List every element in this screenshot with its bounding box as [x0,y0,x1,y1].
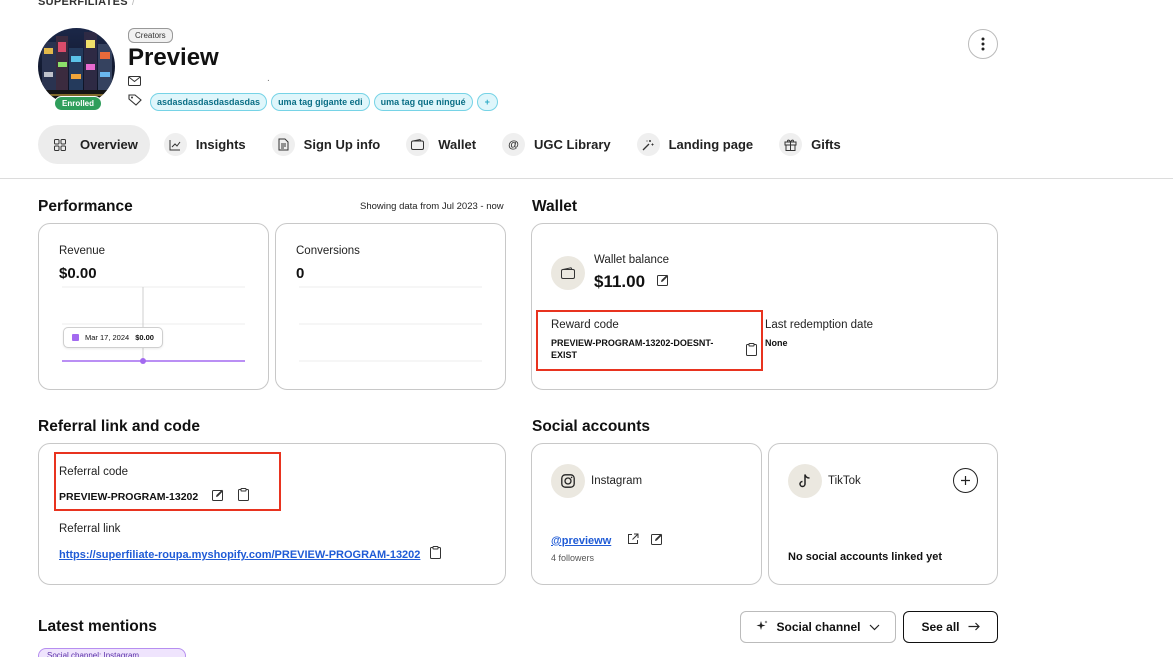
conversions-label: Conversions [296,245,360,257]
wand-icon [636,133,660,156]
tab-label: Wallet [438,137,477,152]
instagram-followers: 4 followers [551,553,595,563]
at-icon: @ [502,133,526,156]
more-vertical-icon [981,37,985,51]
wallet-balance-row: $11.00 [594,272,669,292]
wallet-icon [406,133,430,156]
referral-link[interactable]: https://superfiliate-roupa.myshopify.com… [59,549,420,561]
tag-icon [128,93,142,111]
tab-wallet[interactable]: Wallet [396,125,488,164]
tab-label: Gifts [811,137,841,152]
external-link-icon[interactable] [627,532,639,550]
revenue-chart [62,286,245,364]
tab-overview[interactable]: Overview [38,125,150,164]
tag-chip[interactable]: uma tag que ningué [373,93,473,111]
wallet-balance-icon [551,256,585,290]
revenue-label: Revenue [59,245,106,257]
edit-instagram-icon[interactable] [651,532,663,550]
tab-label: Insights [195,137,246,152]
plus-icon [961,476,970,485]
document-icon [271,133,295,156]
tag-chip[interactable]: asdasdasdasdasdasdas [150,93,268,111]
enrolled-badge: Enrolled [54,96,103,111]
chart-tooltip: Mar 17, 2024 $0.00 [63,327,163,348]
tab-landing-page[interactable]: Landing page [627,125,766,164]
chart-icon [163,133,187,156]
conversions-value: 0 [296,265,305,282]
tab-ugc-library[interactable]: @ UGC Library [492,125,623,164]
tooltip-date: Mar 17, 2024 [85,333,130,342]
referral-link-row: https://superfiliate-roupa.myshopify.com… [59,546,442,564]
sparkle-icon [756,620,768,635]
tab-label: Landing page [668,137,754,152]
instagram-handle-row: @previeww [551,532,663,550]
reward-code-label: Reward code [551,319,619,331]
gift-icon [779,133,803,156]
date-range-label: Showing data from Jul 2023 - now [360,201,504,212]
social-heading: Social accounts [532,418,651,435]
avatar [38,28,115,105]
mail-icon [128,76,141,89]
avatar-image [38,28,115,105]
page-title: Preview [128,44,219,71]
brand-logo[interactable]: SUPERFILIATES / [38,0,135,8]
tab-insights[interactable]: Insights [154,125,258,164]
tiktok-empty-state: No social accounts linked yet [788,551,943,563]
edit-balance-icon[interactable] [657,273,669,291]
breadcrumb-separator: / [131,0,136,8]
last-redemption-label: Last redemption date [765,319,874,331]
tab-bar: Overview Insights Sign Up info Wallet @ … [38,125,853,164]
revenue-data-point[interactable] [140,358,146,364]
tab-sign-up-info[interactable]: Sign Up info [262,125,393,164]
conversions-chart [299,286,482,362]
social-channel-dropdown[interactable]: Social channel [740,611,896,643]
reward-code-value: PREVIEW-PROGRAM-13202-DOESNT-EXIST [551,338,714,360]
tag-chip[interactable]: uma tag gigante edi [271,93,370,111]
see-all-label: See all [921,620,960,634]
copy-referral-code-icon[interactable] [238,488,250,506]
tab-gifts[interactable]: Gifts [769,125,853,164]
tiktok-label: TikTok [828,475,861,487]
arrow-right-icon [968,620,980,634]
tooltip-swatch [72,334,79,341]
more-options-button[interactable] [968,29,998,59]
see-all-button[interactable]: See all [903,611,998,643]
tags-row: asdasdasdasdasdasdas uma tag gigante edi… [128,93,498,111]
add-tiktok-button[interactable] [953,468,978,493]
wallet-balance-label: Wallet balance [594,254,670,266]
copy-referral-link-icon[interactable] [430,546,442,564]
tiktok-icon [788,464,822,498]
email-row: . [128,73,270,89]
referral-heading: Referral link and code [38,418,200,435]
tab-label: UGC Library [534,137,611,152]
tab-label: Sign Up info [303,137,381,152]
instagram-handle-link[interactable]: @previeww [551,535,611,547]
mentions-heading: Latest mentions [38,618,157,635]
referral-code-row: PREVIEW-PROGRAM-13202 [59,488,250,506]
copy-reward-code-icon[interactable] [746,343,757,361]
edit-referral-code-icon[interactable] [212,488,224,506]
instagram-label: Instagram [591,475,643,487]
referral-code-value: PREVIEW-PROGRAM-13202 [59,491,199,503]
performance-heading: Performance [38,198,133,215]
wallet-heading: Wallet [532,198,578,215]
tab-label: Overview [80,137,138,152]
social-channel-label: Social channel [776,620,861,634]
last-redemption-value: None [765,338,788,348]
email-text: . [267,73,270,84]
brand-name: SUPERFILIATES [38,0,128,8]
add-tag-button[interactable]: + [476,93,498,111]
header-divider [0,178,1173,179]
creator-type-chip: Creators [128,28,173,43]
mention-filter-pill[interactable]: Social channel: Instagram [38,648,186,657]
tooltip-value: $0.00 [135,333,154,342]
referral-link-label: Referral link [59,523,121,535]
revenue-value: $0.00 [59,265,97,282]
chevron-down-icon [869,620,880,634]
grid-icon [48,133,71,156]
referral-code-label: Referral code [59,466,129,478]
instagram-icon [551,464,585,498]
wallet-balance-value: $11.00 [594,272,646,291]
